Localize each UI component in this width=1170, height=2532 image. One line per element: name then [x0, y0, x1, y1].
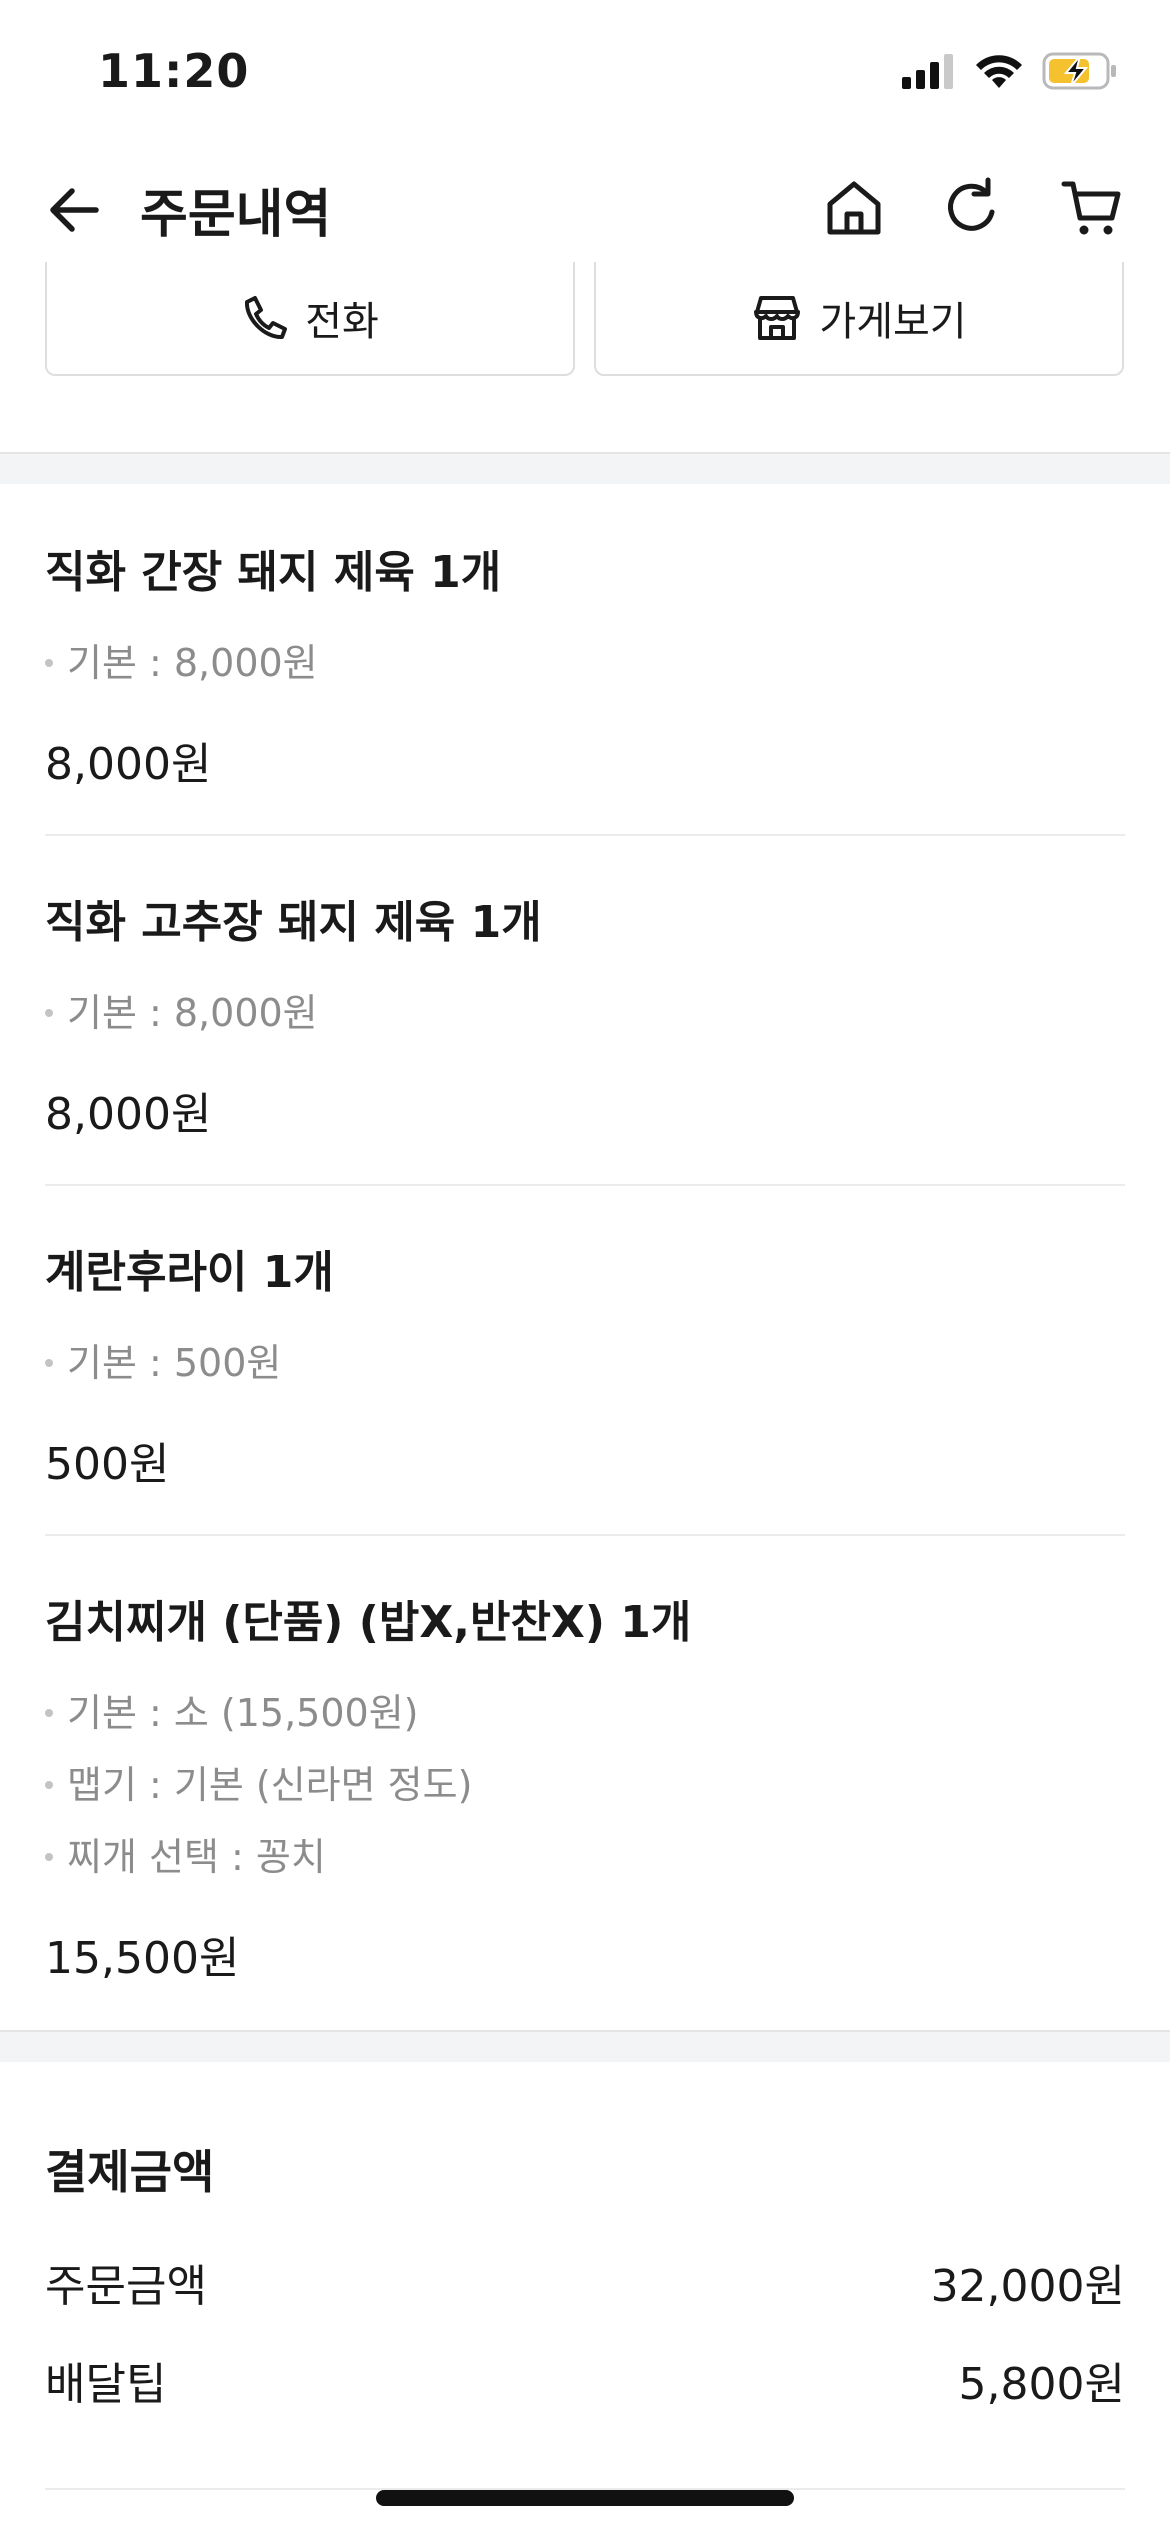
item-option: 기본 : 8,000원 — [45, 982, 318, 1037]
item-option: 기본 : 소 (15,500원) — [45, 1682, 419, 1737]
divider — [45, 1534, 1125, 1536]
delivery-tip-label: 배달팁 — [45, 2359, 167, 2410]
divider — [45, 1184, 1125, 1186]
back-button[interactable] — [44, 180, 104, 240]
refresh-button[interactable] — [940, 176, 1004, 240]
call-button[interactable]: 전화 — [45, 262, 575, 376]
item-price: 8,000원 — [45, 1089, 212, 1140]
nav-bar: 주문내역 — [0, 150, 1170, 262]
order-amount-label: 주문금액 — [45, 2261, 207, 2312]
item-title: 직화 간장 돼지 제육 1개 — [45, 547, 502, 598]
phone-icon — [245, 296, 288, 339]
item-title: 계란후라이 1개 — [45, 1247, 334, 1298]
item-title: 직화 고추장 돼지 제육 1개 — [45, 897, 542, 948]
payment-title: 결제금액 — [45, 2145, 215, 2199]
wifi-icon — [976, 55, 1022, 88]
home-icon — [827, 181, 881, 235]
item-price: 15,500원 — [45, 1933, 240, 1984]
cart-button[interactable] — [1060, 176, 1124, 240]
item-option: 기본 : 500원 — [45, 1332, 281, 1387]
home-button[interactable] — [822, 176, 886, 240]
home-indicator — [376, 2490, 794, 2506]
arrow-left-icon — [50, 188, 99, 232]
divider — [45, 834, 1125, 836]
status-time: 11:20 — [98, 44, 250, 98]
store-icon — [754, 296, 801, 340]
item-option: 기본 : 8,000원 — [45, 632, 318, 687]
view-store-label: 가게보기 — [819, 299, 967, 345]
order-amount-value: 32,000원 — [930, 2261, 1125, 2312]
cart-icon — [1061, 181, 1121, 235]
item-title: 김치찌개 (단품) (밥X,반찬X) 1개 — [45, 1597, 692, 1648]
status-icons — [900, 52, 1118, 90]
view-store-button[interactable]: 가게보기 — [594, 262, 1124, 376]
section-separator — [0, 452, 1170, 484]
signal-icon — [902, 54, 953, 89]
item-option: 맵기 : 기본 (신라면 정도) — [45, 1754, 472, 1809]
delivery-tip-value: 5,800원 — [958, 2359, 1125, 2410]
item-option: 찌개 선택 : 꽁치 — [45, 1826, 326, 1881]
call-button-label: 전화 — [305, 299, 379, 345]
battery-charging-icon — [1042, 52, 1116, 90]
refresh-icon — [948, 177, 995, 231]
store-actions: 전화 가게보기 — [0, 262, 1170, 452]
status-bar: 11:20 — [0, 0, 1170, 140]
section-separator — [0, 2030, 1170, 2062]
page-title: 주문내역 — [140, 185, 332, 245]
item-price: 500원 — [45, 1439, 170, 1490]
item-price: 8,000원 — [45, 739, 212, 790]
